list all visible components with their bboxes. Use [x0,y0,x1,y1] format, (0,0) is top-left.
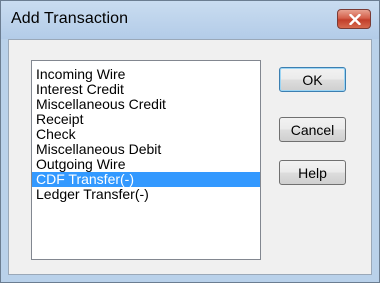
list-item[interactable]: Miscellaneous Debit [32,142,260,157]
add-transaction-dialog: Add Transaction Incoming Wire Interest C… [0,0,380,283]
list-item[interactable]: Incoming Wire [32,67,260,82]
cancel-button[interactable]: Cancel [279,117,346,142]
close-button[interactable] [337,9,371,29]
help-button[interactable]: Help [279,160,346,185]
list-item[interactable]: Miscellaneous Credit [32,97,260,112]
list-item-selected[interactable]: CDF Transfer(-) [32,172,260,187]
list-item[interactable]: Ledger Transfer(-) [32,187,260,202]
list-item[interactable]: Receipt [32,112,260,127]
list-item[interactable]: Interest Credit [32,82,260,97]
list-item[interactable]: Outgoing Wire [32,157,260,172]
window-title: Add Transaction [11,10,129,27]
close-icon [349,14,361,25]
transaction-type-list[interactable]: Incoming Wire Interest Credit Miscellane… [31,60,261,260]
ok-button[interactable]: OK [279,67,346,92]
dialog-body: Incoming Wire Interest Credit Miscellane… [8,39,372,275]
title-bar[interactable]: Add Transaction [1,1,379,39]
list-item[interactable]: Check [32,127,260,142]
